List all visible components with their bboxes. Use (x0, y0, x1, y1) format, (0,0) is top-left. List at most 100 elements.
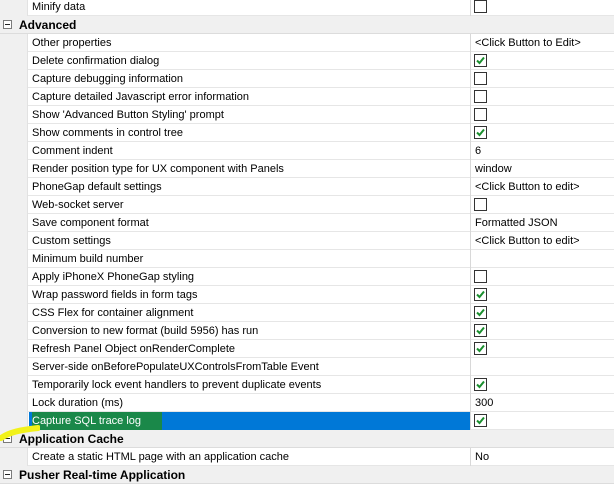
property-name[interactable]: Lock duration (ms) (29, 394, 470, 412)
property-row-temporarily-lock-event-handlers-to-prevent-duplicate-events[interactable]: Temporarily lock event handlers to preve… (0, 376, 614, 394)
value-checkbox[interactable] (474, 378, 487, 391)
row-gutter (0, 394, 28, 412)
property-row-conversion-to-new-format-build-5956-has-run[interactable]: Conversion to new format (build 5956) ha… (0, 322, 614, 340)
property-row-delete-confirmation-dialog[interactable]: Delete confirmation dialog (0, 52, 614, 70)
value-checkbox[interactable] (474, 0, 487, 13)
value-checkbox[interactable] (474, 108, 487, 121)
property-row-other-properties[interactable]: Other properties <Click Button to Edit> (0, 34, 614, 52)
value-checkbox[interactable] (474, 54, 487, 67)
property-row-comment-indent[interactable]: Comment indent 6 (0, 142, 614, 160)
property-row-create-a-static-html-page-with-an-application-cache[interactable]: Create a static HTML page with an applic… (0, 448, 614, 466)
property-row-show-comments-in-control-tree[interactable]: Show comments in control tree (0, 124, 614, 142)
property-name[interactable]: Create a static HTML page with an applic… (29, 448, 470, 466)
property-row-capture-debugging-information[interactable]: Capture debugging information (0, 70, 614, 88)
property-value[interactable]: 300 (471, 394, 614, 412)
property-row-server-side-onbeforepopulateuxcontrolsfromtable-event[interactable]: Server-side onBeforePopulateUXControlsFr… (0, 358, 614, 376)
property-name[interactable]: Temporarily lock event handlers to preve… (29, 376, 470, 394)
property-value[interactable] (471, 358, 614, 376)
property-row-wrap-password-fields-in-form-tags[interactable]: Wrap password fields in form tags (0, 286, 614, 304)
row-gutter (0, 196, 28, 214)
property-name-text: Capture detailed Javascript error inform… (32, 91, 250, 103)
column-separator (470, 340, 471, 358)
property-name[interactable]: Comment indent (29, 142, 470, 160)
property-value[interactable]: window (471, 160, 614, 178)
property-name[interactable]: Delete confirmation dialog (29, 52, 470, 70)
property-name[interactable]: Capture debugging information (29, 70, 470, 88)
row-gutter (0, 412, 28, 430)
checkmark-icon (476, 326, 485, 335)
property-name[interactable]: Minimum build number (29, 250, 470, 268)
property-name-text: Render position type for UX component wi… (32, 163, 284, 175)
row-gutter (0, 286, 28, 304)
property-row-capture-sql-trace-log[interactable]: Capture SQL trace log (0, 412, 614, 430)
property-name[interactable]: Server-side onBeforePopulateUXControlsFr… (29, 358, 470, 376)
property-name[interactable]: Capture SQL trace log (29, 412, 470, 430)
column-separator (470, 196, 471, 214)
property-name[interactable]: Conversion to new format (build 5956) ha… (29, 322, 470, 340)
property-row-css-flex-for-container-alignment[interactable]: CSS Flex for container alignment (0, 304, 614, 322)
category-label: Application Cache (19, 432, 124, 446)
property-row-refresh-panel-object-onrendercomplete[interactable]: Refresh Panel Object onRenderComplete (0, 340, 614, 358)
checkmark-icon (476, 308, 485, 317)
row-gutter (0, 106, 28, 124)
category-advanced[interactable]: Advanced (0, 16, 614, 34)
property-name[interactable]: Custom settings (29, 232, 470, 250)
property-name[interactable]: Other properties (29, 34, 470, 52)
property-row-custom-settings[interactable]: Custom settings <Click Button to edit> (0, 232, 614, 250)
value-checkbox[interactable] (474, 342, 487, 355)
property-name[interactable]: Minify data (29, 0, 470, 16)
value-checkbox[interactable] (474, 288, 487, 301)
row-gutter (0, 322, 28, 340)
property-name[interactable]: Save component format (29, 214, 470, 232)
property-name[interactable]: Web-socket server (29, 196, 470, 214)
property-row-apply-iphonex-phonegap-styling[interactable]: Apply iPhoneX PhoneGap styling (0, 268, 614, 286)
value-checkbox[interactable] (474, 126, 487, 139)
property-value[interactable]: <Click Button to edit> (471, 178, 614, 196)
row-gutter (0, 160, 28, 178)
property-name[interactable]: PhoneGap default settings (29, 178, 470, 196)
property-name[interactable]: Wrap password fields in form tags (29, 286, 470, 304)
column-separator (470, 52, 471, 70)
property-value[interactable]: No (471, 448, 614, 466)
property-row-lock-duration-ms[interactable]: Lock duration (ms) 300 (0, 394, 614, 412)
property-name[interactable]: Refresh Panel Object onRenderComplete (29, 340, 470, 358)
property-name[interactable]: Apply iPhoneX PhoneGap styling (29, 268, 470, 286)
property-value[interactable]: 6 (471, 142, 614, 160)
value-checkbox[interactable] (474, 324, 487, 337)
category-application-cache[interactable]: Application Cache (0, 430, 614, 448)
property-row-render-position-type-for-ux-component-with-panels[interactable]: Render position type for UX component wi… (0, 160, 614, 178)
value-checkbox[interactable] (474, 414, 487, 427)
property-row-show-advanced-button-styling-prompt[interactable]: Show 'Advanced Button Styling' prompt (0, 106, 614, 124)
property-row-minify-data[interactable]: Minify data (0, 0, 614, 16)
property-value[interactable]: <Click Button to edit> (471, 232, 614, 250)
value-checkbox[interactable] (474, 198, 487, 211)
property-name-text: Delete confirmation dialog (32, 55, 160, 67)
property-value[interactable]: Formatted JSON (471, 214, 614, 232)
property-row-phonegap-default-settings[interactable]: PhoneGap default settings <Click Button t… (0, 178, 614, 196)
collapse-minus-icon[interactable] (3, 20, 12, 29)
category-pusher-real-time-application[interactable]: Pusher Real-time Application (0, 466, 614, 484)
property-row-save-component-format[interactable]: Save component format Formatted JSON (0, 214, 614, 232)
property-name[interactable]: Render position type for UX component wi… (29, 160, 470, 178)
category-label: Pusher Real-time Application (19, 468, 186, 482)
value-checkbox[interactable] (474, 72, 487, 85)
property-value[interactable]: <Click Button to Edit> (471, 34, 614, 52)
value-checkbox[interactable] (474, 270, 487, 283)
property-row-web-socket-server[interactable]: Web-socket server (0, 196, 614, 214)
property-row-minimum-build-number[interactable]: Minimum build number (0, 250, 614, 268)
property-name[interactable]: Show 'Advanced Button Styling' prompt (29, 106, 470, 124)
row-gutter (0, 448, 28, 466)
property-name[interactable]: Capture detailed Javascript error inform… (29, 88, 470, 106)
row-gutter (0, 232, 28, 250)
collapse-minus-icon[interactable] (3, 470, 12, 479)
property-grid: Minify data Advanced Other properties <Clic… (0, 0, 614, 484)
collapse-minus-icon[interactable] (3, 434, 12, 443)
property-name-text: Wrap password fields in form tags (32, 289, 198, 301)
property-value[interactable] (471, 250, 614, 268)
value-checkbox[interactable] (474, 306, 487, 319)
property-name-text: PhoneGap default settings (32, 181, 162, 193)
property-row-capture-detailed-javascript-error-information[interactable]: Capture detailed Javascript error inform… (0, 88, 614, 106)
property-name[interactable]: Show comments in control tree (29, 124, 470, 142)
property-name[interactable]: CSS Flex for container alignment (29, 304, 470, 322)
value-checkbox[interactable] (474, 90, 487, 103)
